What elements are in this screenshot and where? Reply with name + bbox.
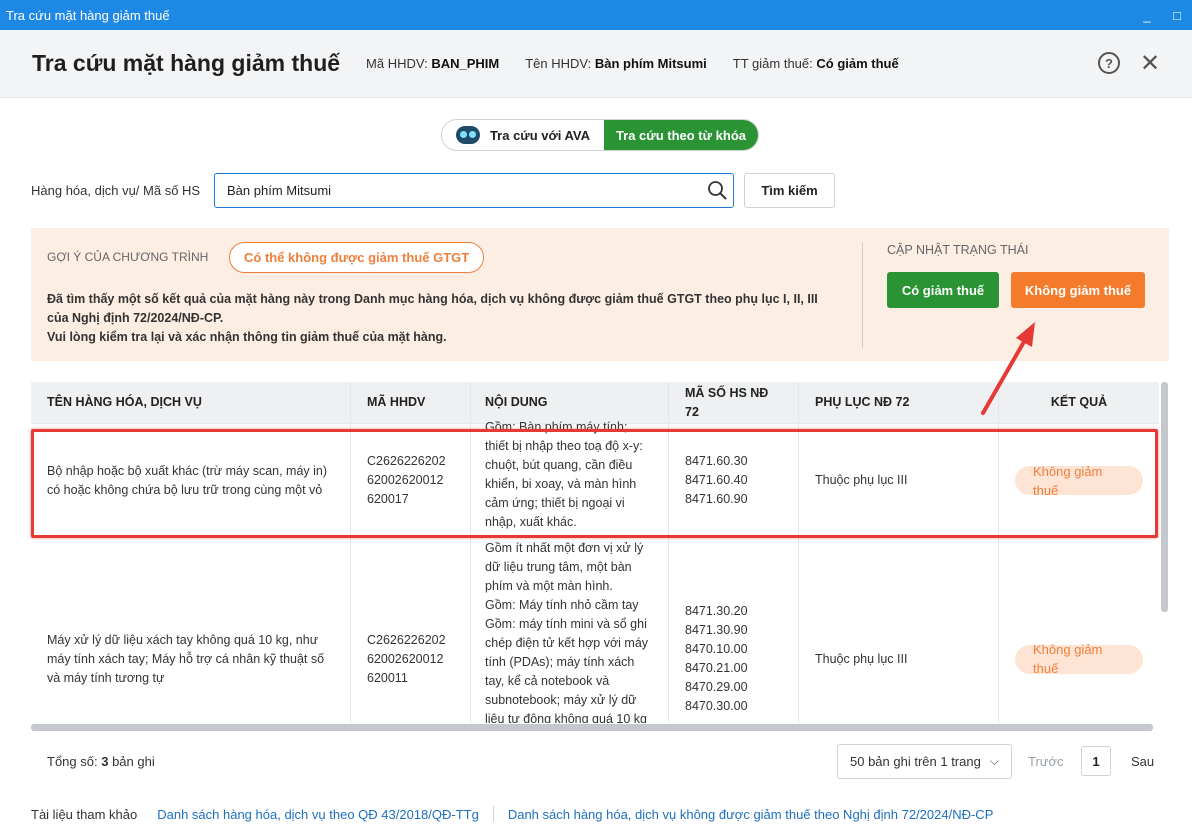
ma-hhdv-label: Mã HHDV: [366,56,428,71]
ava-robot-icon [455,126,480,144]
table-row[interactable]: Máy xử lý dữ liệu xách tay không quá 10 … [31,538,1159,723]
row-appendix: Thuộc phụ lục III [799,538,999,723]
col-header-name[interactable]: TÊN HÀNG HÓA, DỊCH VỤ [31,382,351,423]
results-table: TÊN HÀNG HÓA, DỊCH VỤ MÃ HHDV NỘI DUNG M… [31,382,1159,723]
references: Tài liệu tham khảo Danh sách hàng hóa, d… [31,806,993,822]
update-status-label: CẬP NHẬT TRẠNG THÁI [887,243,1029,257]
row-name-text: Bộ nhập hoặc bộ xuất khác (trừ máy scan,… [47,463,328,497]
search-button[interactable]: Tìm kiếm [744,173,835,208]
row-hs: 8471.30.20 8471.30.90 8470.10.00 8470.21… [669,538,799,723]
row-appendix-text: Thuộc phụ lục III [815,473,908,487]
suggestion-panel: GỢI Ý CỦA CHƯƠNG TRÌNH Có thể không được… [31,228,1169,361]
page-size-value: 50 bản ghi trên 1 trang [850,754,981,769]
suggestion-label: GỢI Ý CỦA CHƯƠNG TRÌNH [47,250,209,264]
total-suffix: bản ghi [112,754,155,769]
prev-page-button[interactable]: Trước [1028,754,1064,769]
suggestion-message: Đã tìm thấy một số kết quả của mặt hàng … [47,290,837,347]
chevron-down-icon: ⌵ [989,754,999,768]
row-code-text: C2626226202 62002620012 620017 [367,454,446,506]
window-title: Tra cứu mặt hàng giảm thuế [6,7,170,23]
reference-link-qd43[interactable]: Danh sách hàng hóa, dịch vụ theo QĐ 43/2… [157,807,479,822]
search-input[interactable] [214,173,734,208]
row-hs-text: 8471.60.30 8471.60.40 8471.60.90 [685,454,748,506]
row-name: Máy xử lý dữ liệu xách tay không quá 10 … [31,538,351,723]
table-row[interactable]: Bộ nhập hoặc bộ xuất khác (trừ máy scan,… [31,418,1159,538]
total-records: Tổng số: 3 bản ghi [47,754,155,769]
tt-giam-thue-label: TT giảm thuế: [732,56,813,71]
row-result: Không giảm thuế [999,538,1159,723]
tab-search-ava[interactable]: Tra cứu với AVA [442,120,604,150]
col-header-appendix[interactable]: PHỤ LỤC NĐ 72 [799,382,999,423]
reference-link-nd72[interactable]: Danh sách hàng hóa, dịch vụ không được g… [508,807,994,822]
row-code: C2626226202 62002620012 620011 [351,538,471,723]
search-label: Hàng hóa, dịch vụ/ Mã số HS [31,183,201,198]
col-header-hs[interactable]: MÃ SỐ HS NĐ 72 [669,382,799,423]
set-not-tax-reduced-button[interactable]: Không giảm thuế [1011,272,1145,308]
ten-hhdv-value: Bàn phím Mitsumi [594,56,707,71]
references-divider [492,806,494,822]
panel-divider [862,242,863,348]
ma-hhdv-info: Mã HHDV: BAN_PHIM [366,56,499,71]
total-label: Tổng số: [47,754,98,769]
row-content: Gồm: Bàn phím máy tính; thiết bị nhập th… [471,418,669,538]
suggestion-message-line2: Vui lòng kiểm tra lại và xác nhận thông … [47,330,447,344]
window-titlebar: Tra cứu mặt hàng giảm thuế _ □ [0,0,1192,30]
dialog-title: Tra cứu mặt hàng giảm thuế [32,50,341,76]
table-vertical-scrollbar[interactable] [1161,382,1168,612]
maximize-button[interactable]: □ [1162,0,1192,30]
row-hs-text: 8471.30.20 8471.30.90 8470.10.00 8470.21… [685,604,748,713]
tab-search-keyword[interactable]: Tra cứu theo từ khóa [603,120,758,150]
ma-hhdv-value: BAN_PHIM [431,56,500,71]
col-header-result[interactable]: KẾT QUẢ [999,382,1159,423]
ten-hhdv-label: Tên HHDV: [525,56,592,71]
row-content-text: Gồm ít nhất một đơn vị xử lý dữ liệu tru… [485,541,649,723]
page-size-select[interactable]: 50 bản ghi trên 1 trang ⌵ [837,744,1012,779]
row-hs: 8471.60.30 8471.60.40 8471.60.90 [669,424,799,537]
table-horizontal-scrollbar[interactable] [31,724,1153,731]
col-header-content[interactable]: NỘI DUNG [471,382,669,423]
tab-search-ava-label: Tra cứu với AVA [489,127,591,143]
row-content: Gồm ít nhất một đơn vị xử lý dữ liệu tru… [471,538,669,723]
row-name: Bộ nhập hoặc bộ xuất khác (trừ máy scan,… [31,424,351,537]
row-content-text: Gồm: Bàn phím máy tính; thiết bị nhập th… [485,420,643,529]
tt-giam-thue-value: Có giảm thuế [816,56,899,71]
close-icon[interactable]: ✕ [1139,50,1161,77]
row-name-text: Máy xử lý dữ liệu xách tay không quá 10 … [47,632,325,685]
search-icon[interactable] [707,180,727,200]
total-value: 3 [101,754,109,769]
col-header-code[interactable]: MÃ HHDV [351,382,471,423]
search-mode-toggle: Tra cứu với AVA Tra cứu theo từ khóa [441,119,759,151]
references-label: Tài liệu tham khảo [31,806,138,822]
set-tax-reduced-button[interactable]: Có giảm thuế [887,272,999,308]
tt-giam-thue-info: TT giảm thuế: Có giảm thuế [733,56,899,71]
next-page-button[interactable]: Sau [1131,754,1154,769]
row-appendix: Thuộc phụ lục III [799,424,999,537]
dialog-header: Tra cứu mặt hàng giảm thuế Mã HHDV: BAN_… [0,30,1192,98]
result-badge: Không giảm thuế [1015,464,1143,498]
current-page[interactable]: 1 [1081,746,1111,776]
result-badge: Không giảm thuế [1015,642,1143,676]
ten-hhdv-info: Tên HHDV: Bàn phím Mitsumi [525,56,707,71]
row-code-text: C2626226202 62002620012 620011 [367,632,446,685]
suggestion-pill: Có thể không được giảm thuế GTGT [229,242,485,273]
row-appendix-text: Thuộc phụ lục III [815,651,908,666]
row-code: C2626226202 62002620012 620017 [351,424,471,537]
row-result: Không giảm thuế [999,424,1159,537]
help-icon[interactable]: ? [1098,52,1120,74]
suggestion-message-line1: Đã tìm thấy một số kết quả của mặt hàng … [47,292,818,325]
minimize-button[interactable]: _ [1132,0,1162,30]
